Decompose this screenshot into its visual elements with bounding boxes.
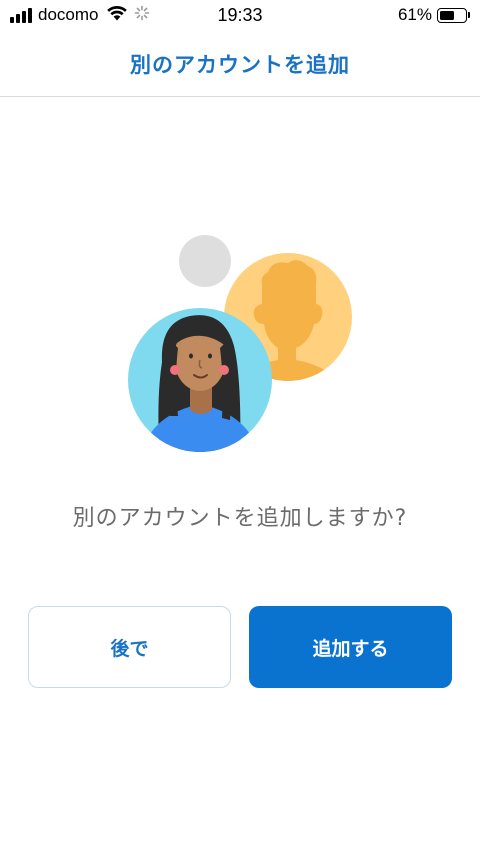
add-account-button-label: 追加する — [312, 637, 389, 660]
status-right: 61% — [398, 5, 470, 25]
gray-dot-icon — [179, 235, 231, 287]
later-button-label: 後で — [110, 637, 149, 660]
add-account-button[interactable]: 追加する — [249, 606, 452, 688]
status-bar: docomo 19:33 61% — [0, 0, 480, 32]
account-avatars-illustration — [120, 230, 360, 460]
later-button[interactable]: 後で — [28, 606, 231, 688]
page-title: 別のアカウントを追加 — [130, 53, 350, 77]
nav-header: 別のアカウントを追加 — [0, 32, 480, 97]
battery-icon — [437, 7, 467, 23]
battery-fill — [440, 10, 454, 20]
add-account-prompt: 別のアカウントを追加しますか? — [72, 506, 408, 531]
battery-percent: 61% — [397, 5, 432, 24]
woman-avatar-icon — [128, 308, 272, 452]
battery-cap — [468, 12, 470, 18]
add-account-screen: docomo 19:33 61% 別のアカウントを追加 別のアカウントを追加しま… — [0, 0, 480, 852]
